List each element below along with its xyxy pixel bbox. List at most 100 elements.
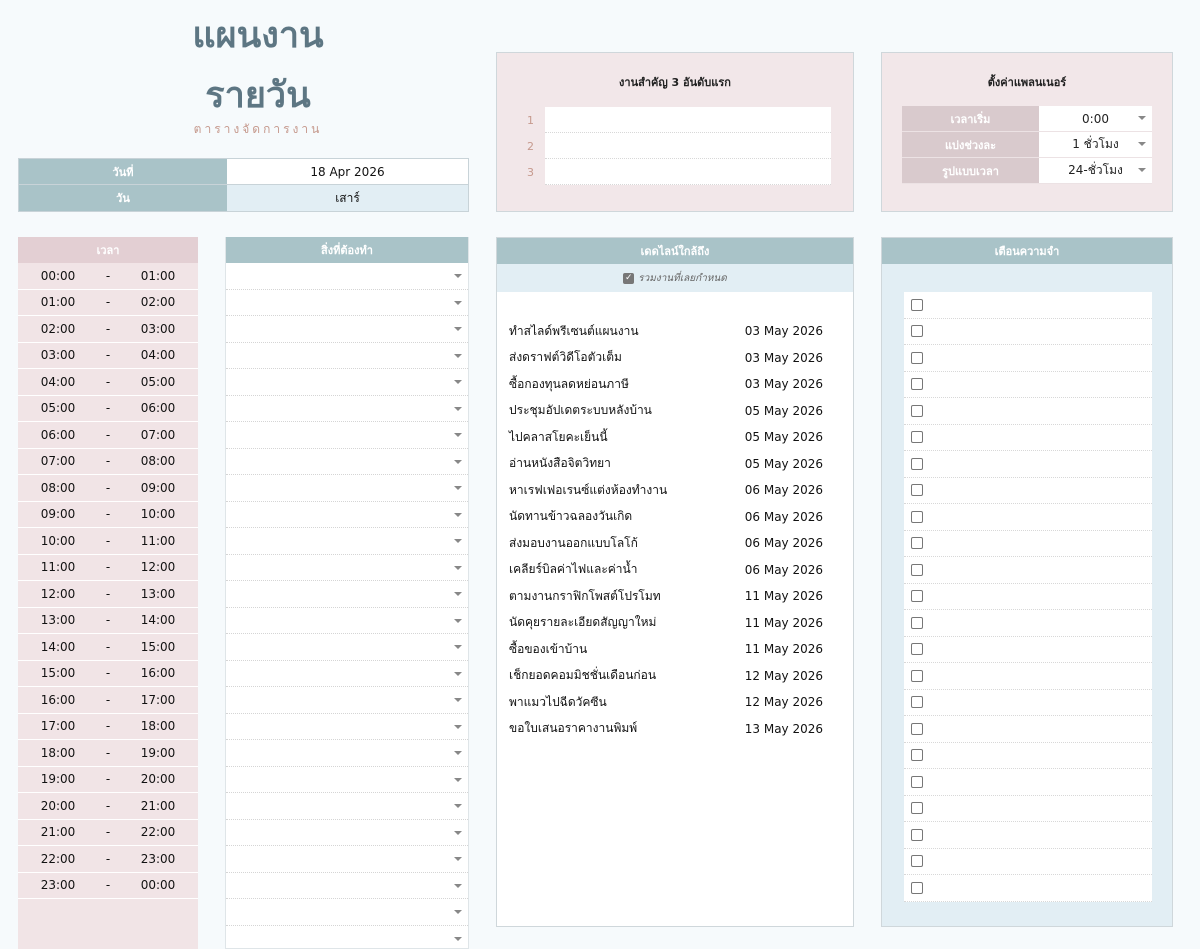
chevron-down-icon[interactable] — [454, 327, 462, 331]
todo-dropdown-row[interactable] — [226, 555, 468, 581]
chevron-down-icon[interactable] — [454, 883, 462, 888]
checkbox-icon[interactable] — [911, 431, 923, 444]
checkbox-icon[interactable] — [911, 696, 923, 709]
todo-dropdown-row[interactable] — [226, 449, 468, 475]
chevron-down-icon[interactable] — [454, 830, 462, 835]
deadline-date: 05 May 2026 — [744, 430, 823, 445]
todo-dropdown-row[interactable] — [226, 926, 468, 949]
priority-input[interactable] — [545, 133, 831, 159]
chevron-down-icon[interactable] — [454, 274, 462, 278]
chevron-down-icon[interactable] — [454, 645, 462, 649]
todo-dropdown-row[interactable] — [226, 634, 468, 661]
todo-dropdown-row[interactable] — [226, 661, 468, 687]
chevron-down-icon[interactable] — [454, 698, 462, 702]
chevron-down-icon[interactable] — [454, 618, 462, 623]
checkbox-icon[interactable] — [911, 775, 923, 788]
priority-input[interactable] — [545, 107, 831, 133]
todo-dropdown-row[interactable] — [226, 528, 468, 555]
chevron-down-icon[interactable] — [454, 380, 462, 384]
checkbox-icon[interactable] — [911, 563, 923, 576]
time-slot-end: 03:00 — [140, 321, 176, 336]
chevron-down-icon[interactable] — [454, 936, 462, 941]
chevron-down-icon[interactable] — [454, 857, 462, 861]
todo-dropdown-row[interactable] — [226, 793, 468, 820]
chevron-down-icon[interactable] — [454, 592, 462, 596]
time-format-select[interactable]: 24-ชั่วโมง — [1039, 158, 1152, 183]
chevron-down-icon[interactable] — [1138, 142, 1146, 146]
chevron-down-icon[interactable] — [454, 910, 462, 914]
checkbox-icon[interactable] — [911, 590, 923, 603]
chevron-down-icon[interactable] — [454, 804, 462, 808]
todo-dropdown-row[interactable] — [226, 475, 468, 502]
chevron-down-icon[interactable] — [454, 433, 462, 437]
checkbox-checked-icon[interactable]: ✓ — [623, 272, 635, 284]
chevron-down-icon[interactable] — [1138, 168, 1146, 172]
checkbox-icon[interactable] — [911, 616, 923, 629]
checkbox-icon[interactable] — [911, 510, 923, 523]
checkbox-icon[interactable] — [911, 404, 923, 417]
todo-dropdown-row[interactable] — [226, 290, 468, 316]
chevron-down-icon[interactable] — [454, 724, 462, 729]
todo-dropdown-row[interactable] — [226, 343, 468, 369]
chevron-down-icon[interactable] — [454, 751, 462, 755]
chevron-down-icon[interactable] — [454, 512, 462, 517]
priority-input[interactable] — [545, 159, 831, 185]
todo-dropdown-row[interactable] — [226, 369, 468, 396]
checkbox-icon[interactable] — [911, 351, 923, 364]
checkbox-icon[interactable] — [911, 855, 923, 868]
chevron-down-icon[interactable] — [454, 671, 462, 676]
chevron-down-icon[interactable] — [454, 459, 462, 464]
checkbox-icon[interactable] — [911, 325, 923, 338]
todo-dropdown-row[interactable] — [226, 767, 468, 793]
todo-dropdown-row[interactable] — [226, 873, 468, 899]
time-slot-start: 03:00 — [40, 348, 76, 363]
todo-dropdown-row[interactable] — [226, 820, 468, 846]
chevron-down-icon[interactable] — [1138, 116, 1146, 120]
date-table: วันที่ 18 Apr 2026 วัน เสาร์ — [18, 158, 469, 212]
time-slot-dash: - — [105, 692, 111, 707]
todo-dropdown-row[interactable] — [226, 263, 468, 290]
checkbox-icon[interactable] — [911, 881, 923, 894]
time-slot-start: 16:00 — [40, 692, 76, 707]
chevron-down-icon[interactable] — [454, 486, 462, 490]
checkbox-icon[interactable] — [911, 643, 923, 656]
reminder-list — [904, 292, 1152, 902]
todo-dropdown-row[interactable] — [226, 714, 468, 740]
todo-dropdown-row[interactable] — [226, 502, 468, 528]
todo-dropdown-row[interactable] — [226, 316, 468, 343]
todo-dropdown-row[interactable] — [226, 740, 468, 767]
checkbox-icon[interactable] — [911, 537, 923, 550]
time-slot-start: 23:00 — [40, 878, 76, 893]
chevron-down-icon[interactable] — [454, 300, 462, 305]
todo-dropdown-row[interactable] — [226, 687, 468, 714]
chevron-down-icon[interactable] — [454, 539, 462, 543]
chevron-down-icon[interactable] — [454, 565, 462, 570]
day-value: เสาร์ — [227, 185, 468, 211]
deadline-item: ส่งดราฟต์วิดีโอตัวเต็ม 03 May 2026 — [509, 345, 823, 372]
date-value[interactable]: 18 Apr 2026 — [227, 159, 468, 184]
checkbox-icon[interactable] — [911, 828, 923, 841]
todo-dropdown-row[interactable] — [226, 608, 468, 634]
checkbox-icon[interactable] — [911, 669, 923, 682]
todo-dropdown-row[interactable] — [226, 396, 468, 422]
time-slot-dash: - — [105, 666, 111, 681]
interval-select[interactable]: 1 ชั่วโมง — [1039, 132, 1152, 157]
checkbox-icon[interactable] — [911, 298, 923, 311]
include-overdue-toggle[interactable]: ✓ รวมงานที่เลยกำหนด — [497, 264, 853, 292]
todo-dropdown-row[interactable] — [226, 581, 468, 608]
todo-dropdown-row[interactable] — [226, 422, 468, 449]
chevron-down-icon[interactable] — [454, 406, 462, 411]
checkbox-icon[interactable] — [911, 378, 923, 391]
todo-dropdown-row[interactable] — [226, 899, 468, 926]
start-time-select[interactable]: 0:00 — [1039, 106, 1152, 131]
checkbox-icon[interactable] — [911, 722, 923, 735]
chevron-down-icon[interactable] — [454, 353, 462, 358]
checkbox-icon[interactable] — [911, 457, 923, 470]
checkbox-icon[interactable] — [911, 749, 923, 762]
checkbox-icon[interactable] — [911, 484, 923, 497]
deadline-item: นัดทานข้าวฉลองวันเกิด 06 May 2026 — [509, 504, 823, 531]
checkbox-icon[interactable] — [911, 802, 923, 815]
chevron-down-icon[interactable] — [454, 777, 462, 782]
deadline-date: 11 May 2026 — [744, 615, 823, 630]
todo-dropdown-row[interactable] — [226, 846, 468, 873]
